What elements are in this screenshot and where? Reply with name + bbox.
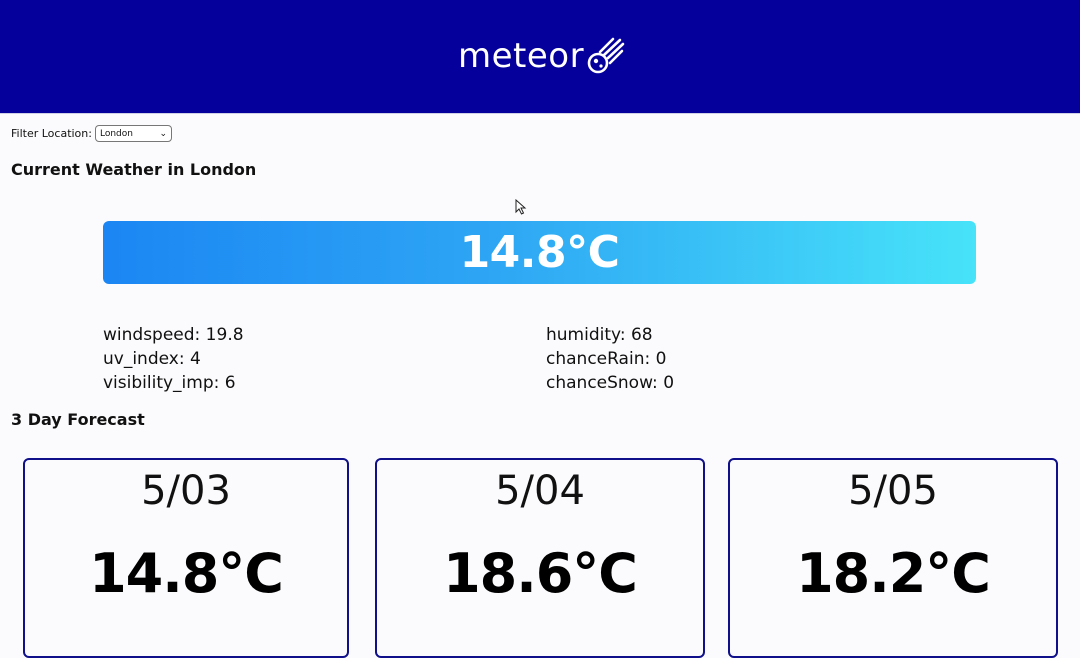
stat-visibility: visibility_imp: 6 <box>103 373 236 393</box>
forecast-temperature: 18.6°C <box>443 542 638 605</box>
current-temperature-bar: 14.8°C <box>103 221 976 284</box>
app-header: meteor <box>0 0 1080 114</box>
location-select[interactable]: London ⌄ <box>94 125 172 142</box>
location-filter: Filter Location: London ⌄ <box>11 125 172 142</box>
meteor-icon <box>587 37 625 74</box>
location-select-value: London <box>99 128 133 139</box>
forecast-date: 5/05 <box>848 468 938 514</box>
forecast-date: 5/03 <box>141 468 231 514</box>
current-stats: windspeed: 19.8 uv_index: 4 visibility_i… <box>103 323 803 395</box>
stat-chance-snow: chanceSnow: 0 <box>546 373 675 393</box>
forecast-card: 5/04 18.6°C <box>375 458 705 658</box>
forecast-title: 3 Day Forecast <box>11 410 145 429</box>
forecast-card: 5/03 14.8°C <box>23 458 349 658</box>
app-logo[interactable]: meteor <box>458 35 626 77</box>
logo-text: meteor <box>458 36 585 76</box>
forecast-temperature: 14.8°C <box>89 542 284 605</box>
stat-chance-rain: chanceRain: 0 <box>546 349 667 369</box>
mouse-pointer-icon <box>515 199 527 215</box>
stat-uv-index: uv_index: 4 <box>103 349 201 369</box>
forecast-card: 5/05 18.2°C <box>728 458 1058 658</box>
current-weather-title: Current Weather in London <box>11 160 257 179</box>
stat-windspeed: windspeed: 19.8 <box>103 325 244 345</box>
filter-label: Filter Location: <box>11 127 92 140</box>
stat-humidity: humidity: 68 <box>546 325 653 345</box>
forecast-temperature: 18.2°C <box>796 542 991 605</box>
current-temperature: 14.8°C <box>459 227 620 278</box>
forecast-date: 5/04 <box>495 468 585 514</box>
chevron-down-icon: ⌄ <box>159 128 167 139</box>
